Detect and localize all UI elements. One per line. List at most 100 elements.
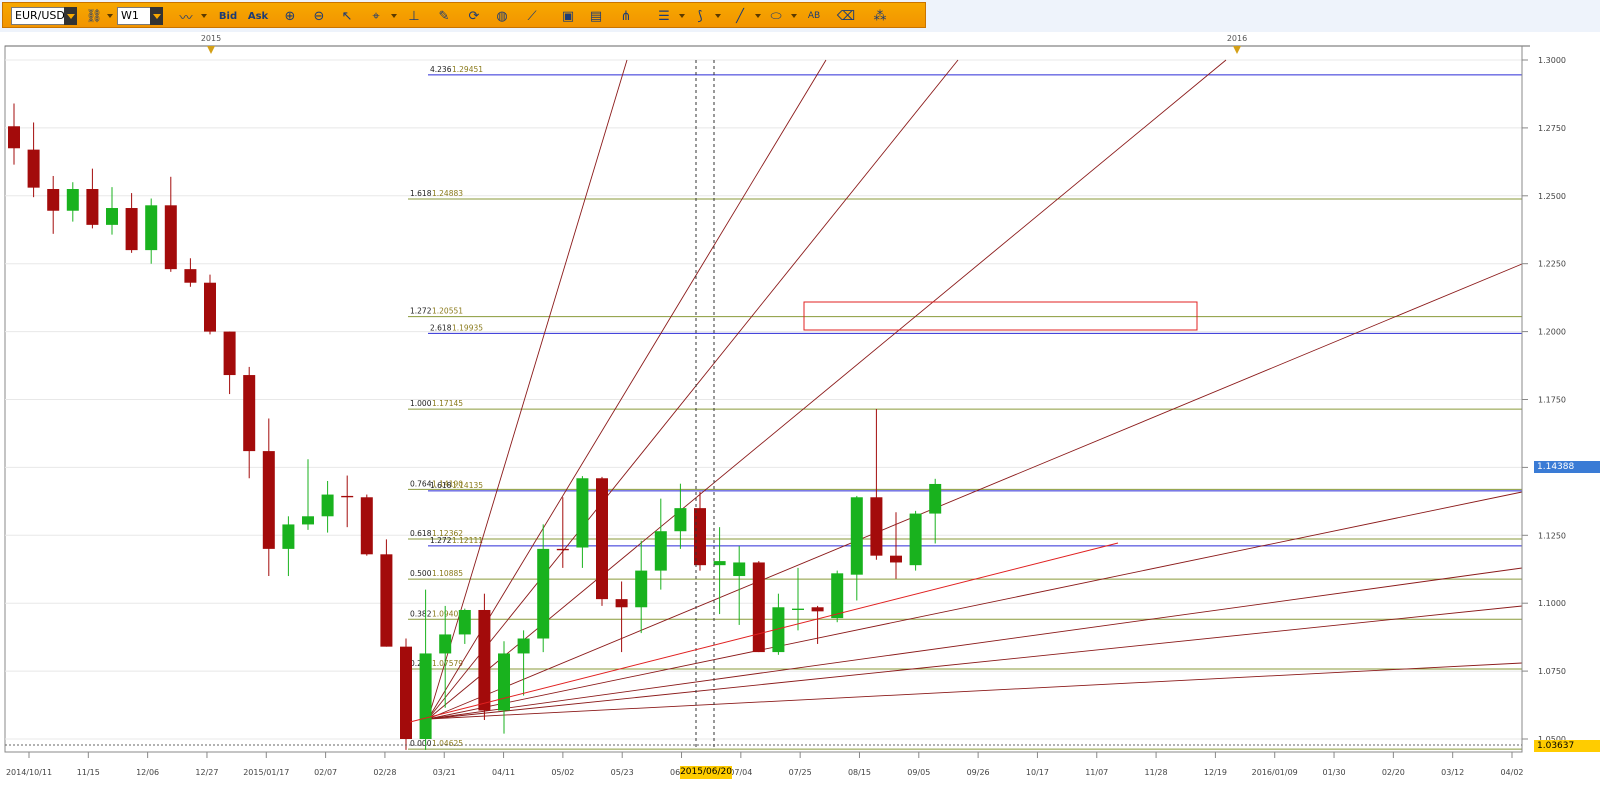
candle-body: [576, 478, 589, 548]
gann-fan-icon[interactable]: ⟆: [689, 6, 711, 26]
time-tick-label: 05/23: [611, 768, 634, 777]
fib-ratio-label: 2.618: [430, 323, 452, 332]
cursor-icon[interactable]: ↖: [336, 6, 358, 26]
candle-body: [321, 494, 334, 517]
link-dropdown-icon[interactable]: [107, 14, 113, 18]
candle-body: [811, 607, 824, 612]
candle-body: [890, 555, 902, 563]
ruler-icon[interactable]: ⟋: [521, 6, 543, 26]
fib-ratio-label: 4.236: [430, 65, 452, 74]
candle-body: [380, 554, 393, 647]
zoom-out-icon[interactable]: ⊖: [308, 6, 330, 26]
fib-ratio-label: 1.272: [430, 536, 452, 545]
time-tick-label: 12/06: [136, 768, 159, 777]
price-tick-label: 1.2000: [1538, 328, 1566, 337]
price-chart[interactable]: 4.236 1.294511.618 1.248831.272 1.205512.61…: [0, 32, 1600, 797]
period-separator-icon[interactable]: ⊥: [403, 6, 425, 26]
candle-body: [223, 331, 236, 376]
fib-ratio-label: 0.500: [410, 569, 432, 578]
crosshair-icon[interactable]: ⌖: [365, 6, 387, 26]
year-marker-label: 2016: [1227, 34, 1247, 43]
candle-body: [86, 189, 99, 225]
fib-price-label: 1.17145: [432, 399, 463, 408]
picture-icon[interactable]: ▣: [557, 6, 579, 26]
time-tick-label: 07/04: [729, 768, 752, 777]
fib-ratio-label: 1.618: [430, 481, 452, 490]
time-tick-label: 2016/01/09: [1252, 768, 1298, 777]
candle-body: [302, 516, 314, 525]
candle-body: [125, 208, 138, 251]
time-tick-label: 01/30: [1323, 768, 1346, 777]
fan-dropdown-icon[interactable]: [715, 14, 721, 18]
pitchfork-icon[interactable]: ⋔: [615, 6, 637, 26]
crosshair-dropdown-icon[interactable]: [391, 14, 397, 18]
timeframe-dropdown-arrow[interactable]: [150, 7, 163, 25]
time-tick-label: 07/25: [789, 768, 812, 777]
fib-price-label: 1.10885: [432, 569, 463, 578]
fib-ratio-label: 1.618: [410, 189, 432, 198]
symbol-select[interactable]: EUR/USD: [11, 7, 69, 25]
price-tick-label: 1.2250: [1538, 260, 1566, 269]
candle-body: [145, 205, 158, 251]
price-axis[interactable]: 1.30001.27501.25001.22501.20001.17501.15…: [1521, 46, 1566, 752]
price-tick-label: 1.1000: [1538, 599, 1566, 608]
fib-price-label: 1.24883: [432, 189, 463, 198]
time-tick-label: 09/05: [907, 768, 930, 777]
text-label-icon[interactable]: AB: [803, 6, 825, 26]
time-tick-label: 03/21: [433, 768, 456, 777]
line-chart-icon[interactable]: 〰: [175, 6, 197, 26]
link-icon[interactable]: ⛓: [83, 6, 105, 26]
candle-body: [419, 653, 432, 739]
candle-body: [360, 497, 373, 555]
fib-price-label: 1.20551: [432, 307, 463, 316]
fib-price-label: 1.07579: [432, 659, 463, 668]
ellipse-dropdown-icon[interactable]: [791, 14, 797, 18]
year-marker-label: 2015: [201, 34, 221, 43]
candle-body: [243, 375, 256, 452]
ask-button[interactable]: Ask: [245, 6, 271, 26]
bid-button[interactable]: Bid: [215, 6, 241, 26]
candle-body: [262, 451, 275, 549]
fib-price-label: 1.14135: [452, 481, 483, 490]
time-tick-label: 11/15: [77, 768, 100, 777]
indicator-window-icon[interactable]: ▤: [585, 6, 607, 26]
current-price-label: 1.14388: [1534, 461, 1600, 473]
price-tick-label: 1.1250: [1538, 531, 1566, 540]
time-tick-label: 05/02: [551, 768, 574, 777]
ellipse-icon[interactable]: ⬭: [765, 6, 787, 26]
time-tick-label: 02/07: [314, 768, 337, 777]
candle-body: [752, 562, 765, 653]
time-tick-label: 11/28: [1145, 768, 1168, 777]
refresh-icon[interactable]: ⟳: [463, 6, 485, 26]
fib-ratio-label: 1.272: [410, 307, 432, 316]
network-icon[interactable]: ⁂: [869, 6, 891, 26]
eraser-icon[interactable]: ⌫: [835, 6, 857, 26]
candle-body: [439, 634, 452, 654]
zoom-in-icon[interactable]: ⊕: [279, 6, 301, 26]
price-tick-label: 1.2750: [1538, 124, 1566, 133]
candle-body: [596, 478, 608, 600]
price-tick-label: 1.3000: [1538, 56, 1566, 65]
candle-body: [929, 483, 942, 514]
price-tick-label: 1.1750: [1538, 396, 1566, 405]
symbol-dropdown-arrow[interactable]: [64, 7, 77, 25]
candle-body: [458, 609, 471, 635]
trendline-dropdown-icon[interactable]: [755, 14, 761, 18]
time-tick-label: 12/19: [1204, 768, 1227, 777]
candle-body: [8, 126, 20, 149]
horizontal-lines-icon[interactable]: ☰: [653, 6, 675, 26]
time-tick-label: 12/27: [195, 768, 218, 777]
candle-body: [870, 497, 883, 556]
note-icon[interactable]: ✎: [433, 6, 455, 26]
lines-dropdown-icon[interactable]: [679, 14, 685, 18]
fib-price-label: 1.29451: [452, 65, 483, 74]
price-tick-label: 1.2500: [1538, 192, 1566, 201]
candle-body: [400, 646, 412, 739]
trendline-icon[interactable]: ╱: [729, 6, 751, 26]
time-tick-label: 2014/10/11: [6, 768, 52, 777]
candle-body: [478, 609, 491, 711]
chart-type-dropdown-icon[interactable]: [201, 14, 207, 18]
globe-icon[interactable]: ◍: [491, 6, 513, 26]
time-tick-label: 04/02: [1500, 768, 1523, 777]
candle-body: [498, 653, 510, 711]
